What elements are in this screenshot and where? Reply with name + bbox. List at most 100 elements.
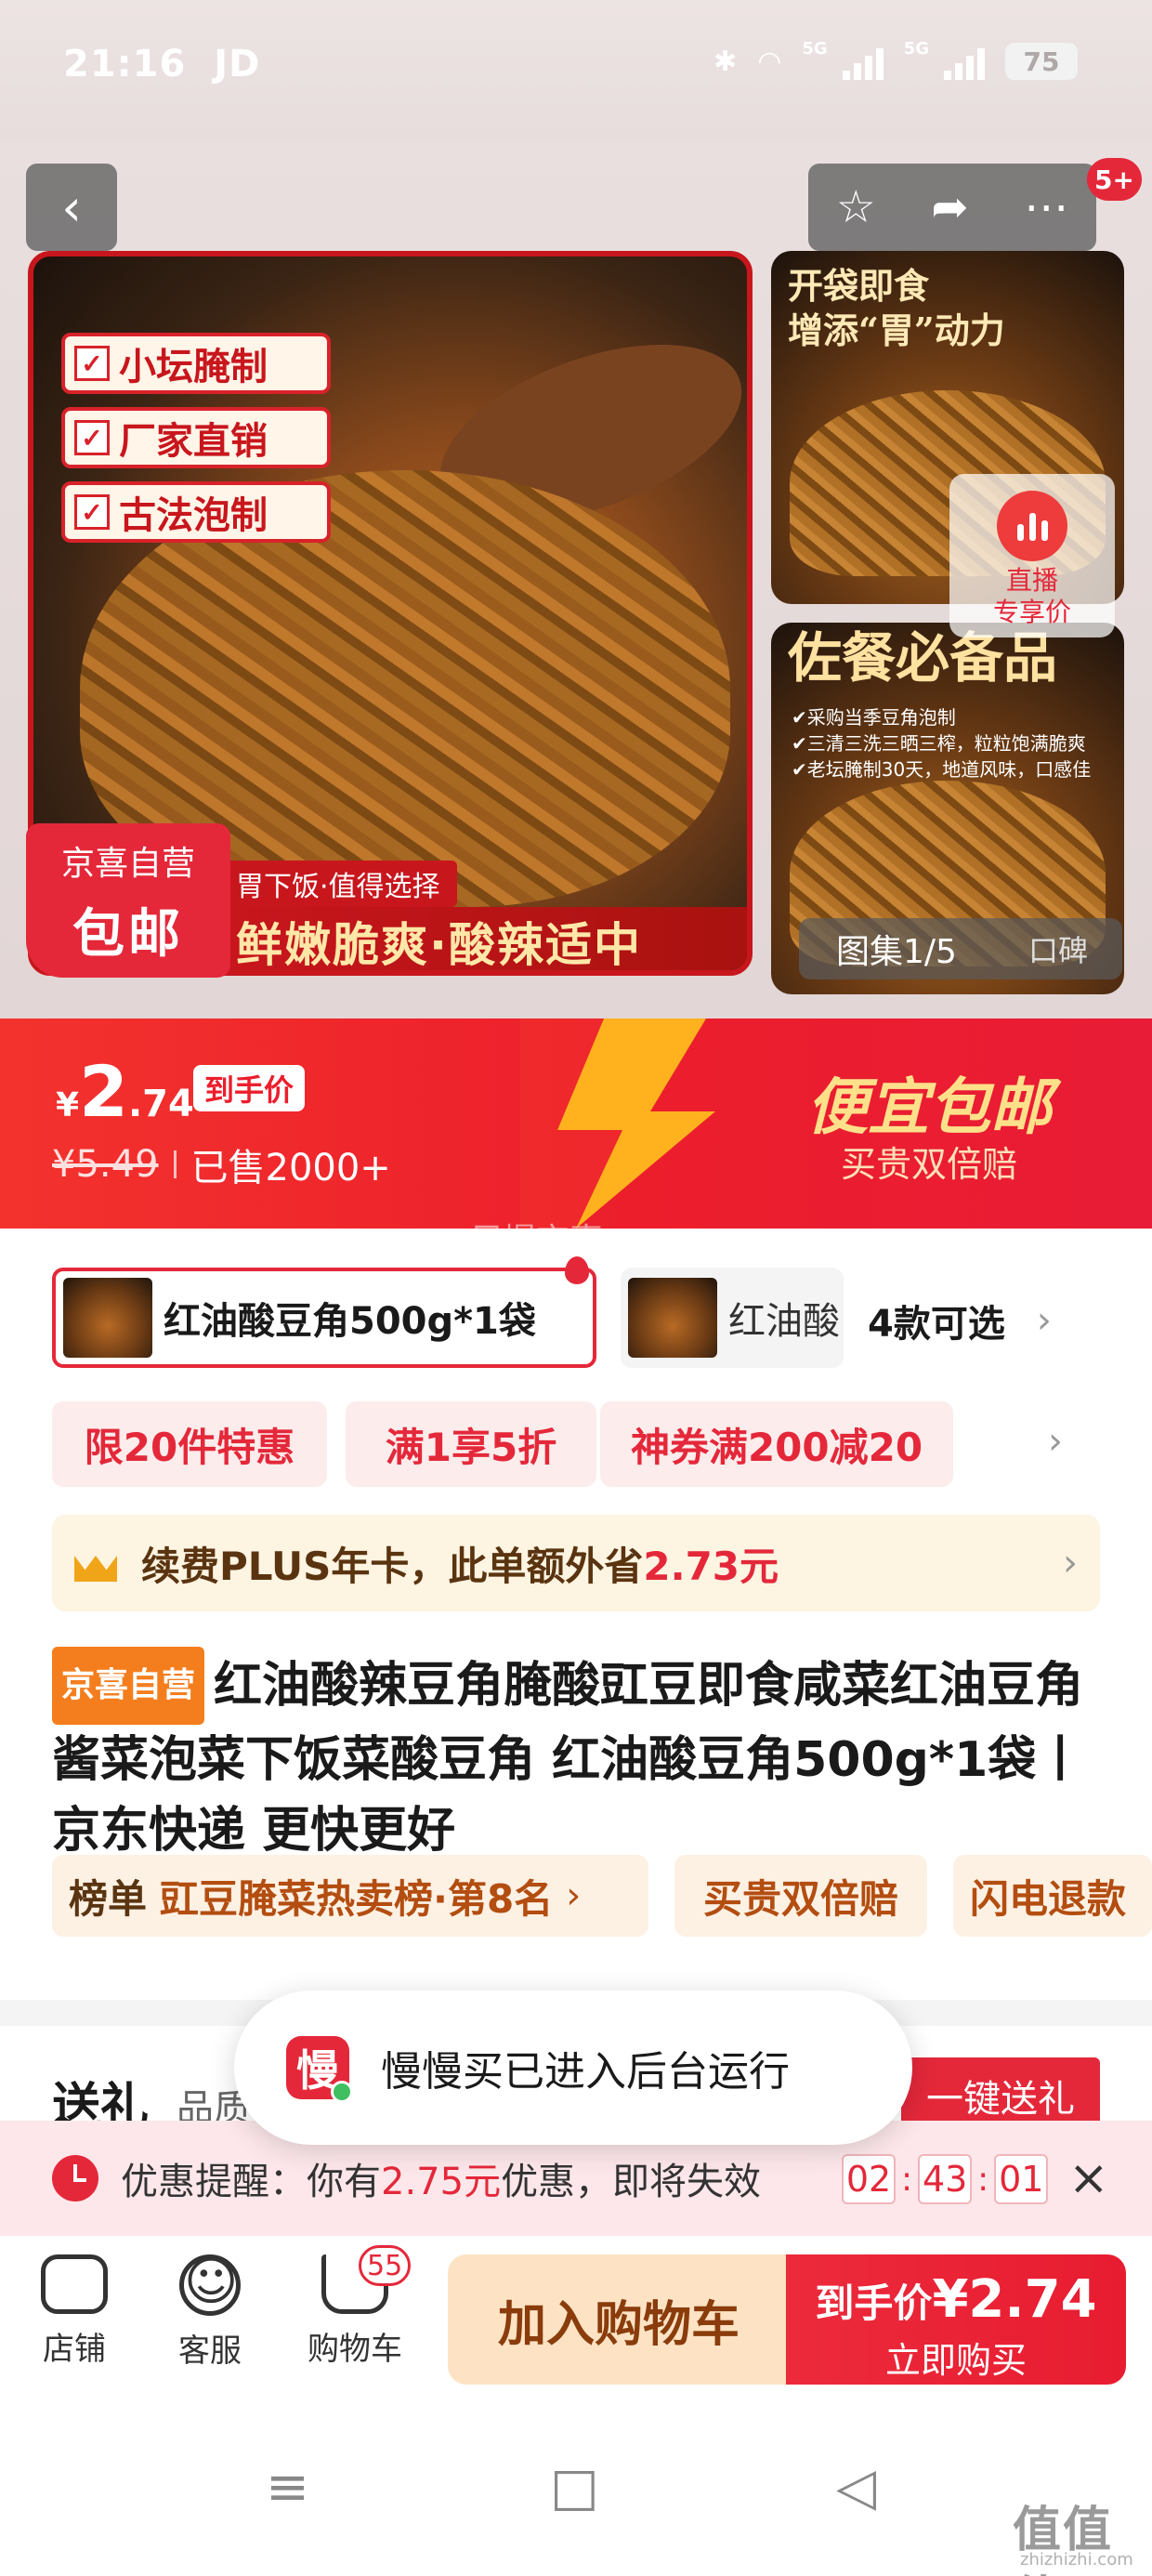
countdown-timer: 02 : 43 : 01 xyxy=(842,2154,1049,2204)
sku-thumbnail xyxy=(628,1278,717,1358)
customer-service-icon xyxy=(179,2252,241,2316)
countdown-separator: : xyxy=(901,2160,913,2199)
carrier-text: JD xyxy=(214,43,261,85)
coupon-row: 限20件特惠 满1享5折 神券满200减20 › xyxy=(0,1401,1152,1491)
countdown-separator: : xyxy=(977,2160,989,2199)
thumbnail-bullet: ✔老坛腌制30天，地道风味，口感佳 xyxy=(792,758,1092,781)
feature-tag: ✓ 厂家直销 xyxy=(61,407,331,468)
back-triangle-icon[interactable]: ◁ xyxy=(836,2457,876,2517)
guarantee-tag[interactable]: 买贵双倍赔 xyxy=(674,1855,927,1937)
reminder-amount: 2.75元 xyxy=(381,2161,502,2203)
favorite-star-icon[interactable]: ☆ xyxy=(836,181,876,233)
bluetooth-icon: ✱ xyxy=(713,45,738,78)
close-icon[interactable]: × xyxy=(1068,2150,1109,2206)
gallery-counter[interactable]: 图集1/5 口碑 xyxy=(799,918,1122,979)
banner-subtitle: 买贵双倍赔 xyxy=(840,1144,1017,1185)
plus-text: 续费PLUS年卡，此单额外省2.73元 xyxy=(141,1535,779,1592)
coupon-chip[interactable]: 神券满200减20 xyxy=(600,1401,953,1487)
live-price-button[interactable]: 直播 专享价 xyxy=(949,474,1115,637)
thumbnail-title: 佐餐必备品 xyxy=(788,626,1058,690)
price-decimal: .74 xyxy=(127,1083,194,1125)
reviews-tab[interactable]: 口碑 xyxy=(994,927,1122,970)
thumbnail-title-line2: 增添“胃”动力 xyxy=(788,309,1005,351)
chevron-right-icon: › xyxy=(566,1874,582,1917)
live-stream-icon xyxy=(997,491,1067,561)
plus-text-main: 续费PLUS年卡，此单额外省 xyxy=(141,1543,644,1589)
ranking-label: 榜单 xyxy=(69,1875,148,1922)
coupon-chip[interactable]: 满1享5折 xyxy=(346,1401,596,1487)
wifi-icon: ◠ xyxy=(757,45,782,78)
status-time: 21:16 JD xyxy=(63,43,260,85)
toast-notification: 慢 慢慢买已进入后台运行 xyxy=(234,1991,912,2145)
countdown-hours: 02 xyxy=(842,2154,896,2204)
plus-amount: 2.73元 xyxy=(643,1543,779,1589)
thumbnail-bullet: ✔采购当季豆角泡制 xyxy=(792,706,956,729)
promo-stamp-line1: 京喜自营 xyxy=(60,845,195,883)
promo-stamp-line2: 包邮 xyxy=(72,904,184,965)
divider xyxy=(173,1150,177,1178)
currency-symbol: ¥ xyxy=(56,1086,80,1124)
product-gallery[interactable]: ‹ ☆ ➦ ⋯ 5+ ✓ 小坛腌制 ✓ 厂家直销 ✓ 古法泡制 胃下饭·值得选择… xyxy=(0,139,1152,1022)
home-square-icon[interactable]: □ xyxy=(550,2457,599,2517)
share-icon[interactable]: ➦ xyxy=(931,181,968,233)
coupon-chip[interactable]: 限20件特惠 xyxy=(52,1401,327,1487)
chevron-right-icon[interactable]: › xyxy=(1048,1420,1063,1463)
banner-slogan: 便宜包邮 xyxy=(806,1071,1052,1143)
customer-service-button[interactable]: 客服 xyxy=(154,2252,266,2371)
chevron-right-icon: › xyxy=(1063,1542,1078,1584)
chevron-left-icon: ‹ xyxy=(61,177,82,237)
shop-icon xyxy=(41,2254,108,2314)
sku-option[interactable]: 红油酸 xyxy=(621,1268,844,1368)
reminder-suffix: 优惠，即将失效 xyxy=(501,2161,762,2203)
thumbnail-bullets: ✔采购当季豆角泡制 ✔三清三洗三晒三榨，粒粒饱满脆爽 ✔老坛腌制30天，地道风味… xyxy=(792,704,1091,782)
checkbox-icon: ✓ xyxy=(74,420,110,455)
live-sublabel: 专享价 xyxy=(992,597,1071,627)
toast-text: 慢慢买已进入后台运行 xyxy=(381,2048,790,2096)
ranking-tag[interactable]: 榜单 豇豆腌菜热卖榜·第8名 › xyxy=(52,1855,648,1937)
final-price-tag: 到手价 xyxy=(193,1065,306,1111)
menu-icon[interactable]: ≡ xyxy=(266,2457,309,2517)
original-price-row: ¥5.49 已售2000+ xyxy=(52,1137,391,1191)
gallery-index[interactable]: 图集1/5 xyxy=(799,925,994,973)
plus-membership-bar[interactable]: 续费PLUS年卡，此单额外省2.73元 › xyxy=(52,1515,1100,1611)
shop-button[interactable]: 店铺 xyxy=(19,2254,130,2369)
cart-count-badge: 55 xyxy=(359,2245,412,2286)
promo-stamp: 京喜自营 包邮 xyxy=(26,823,230,978)
signal-icon xyxy=(842,43,884,80)
message-badge[interactable]: 5+ xyxy=(1087,158,1142,201)
countdown-minutes: 43 xyxy=(918,2154,973,2204)
sku-option-selected[interactable]: 红油酸豆角500g*1袋 xyxy=(52,1268,596,1368)
shop-label: 店铺 xyxy=(43,2331,106,2368)
original-price: ¥5.49 xyxy=(52,1143,159,1186)
cart-label: 购物车 xyxy=(308,2331,402,2368)
buy-price-line: 到手价¥2.74 xyxy=(786,2269,1126,2330)
top-action-bar: ☆ ➦ ⋯ xyxy=(808,164,1096,251)
customer-service-label: 客服 xyxy=(178,2333,242,2370)
buy-now-label: 立即购买 xyxy=(884,2340,1027,2381)
product-title-body: 红油酸辣豆角腌酸豇豆即食咸菜红油豆角酱菜泡菜下饭菜酸豆角 红油酸豆角500g*1… xyxy=(52,1658,1085,1859)
battery-icon: 75 xyxy=(1005,43,1078,80)
sku-more-button[interactable]: 4款可选 › xyxy=(868,1294,1052,1347)
lightning-icon xyxy=(520,1019,715,1229)
reminder-prefix: 优惠提醒：你有 xyxy=(121,2161,381,2203)
product-title-text: 京喜自营 红油酸辣豆角腌酸豇豆即食咸菜红油豆角酱菜泡菜下饭菜酸豆角 红油酸豆角50… xyxy=(52,1647,1093,1866)
ranking-text: 豇豆腌菜热卖榜·第8名 xyxy=(160,1875,554,1922)
sku-more-label: 4款可选 xyxy=(868,1303,1005,1346)
back-button[interactable]: ‹ xyxy=(26,164,117,251)
more-icon[interactable]: ⋯ xyxy=(1024,181,1068,233)
brand-tag: 京喜自营 xyxy=(52,1647,205,1725)
bottom-action-bar: 店铺 客服 购物车 55 加入购物车 到手价¥2.74 立即购买 xyxy=(0,2236,1152,2390)
app-icon: 慢 xyxy=(286,2036,353,2103)
price-banner: ¥ 2 .74 到手价 ¥5.49 已售2000+ 便宜包邮 买贵双倍赔 xyxy=(0,1019,1152,1229)
refund-tag[interactable]: 闪电退款 xyxy=(953,1855,1152,1937)
feature-tag-text: 小坛腌制 xyxy=(119,345,268,388)
network-label-1: 5G xyxy=(802,38,828,59)
checkbox-icon: ✓ xyxy=(74,346,110,381)
clock-text: 21:16 xyxy=(63,43,187,85)
buy-now-button[interactable]: 到手价¥2.74 立即购买 xyxy=(786,2254,1126,2385)
add-to-cart-button[interactable]: 加入购物车 xyxy=(448,2254,790,2385)
product-title: 京喜自营 红油酸辣豆角腌酸豇豆即食咸菜红油豆角酱菜泡菜下饭菜酸豆角 红油酸豆角50… xyxy=(52,1647,1093,1866)
sku-selector: 红油酸豆角500g*1袋 红油酸 4款可选 › xyxy=(0,1229,1152,1377)
hot-flame-icon xyxy=(565,1256,589,1284)
price-integer: 2 xyxy=(79,1050,128,1133)
